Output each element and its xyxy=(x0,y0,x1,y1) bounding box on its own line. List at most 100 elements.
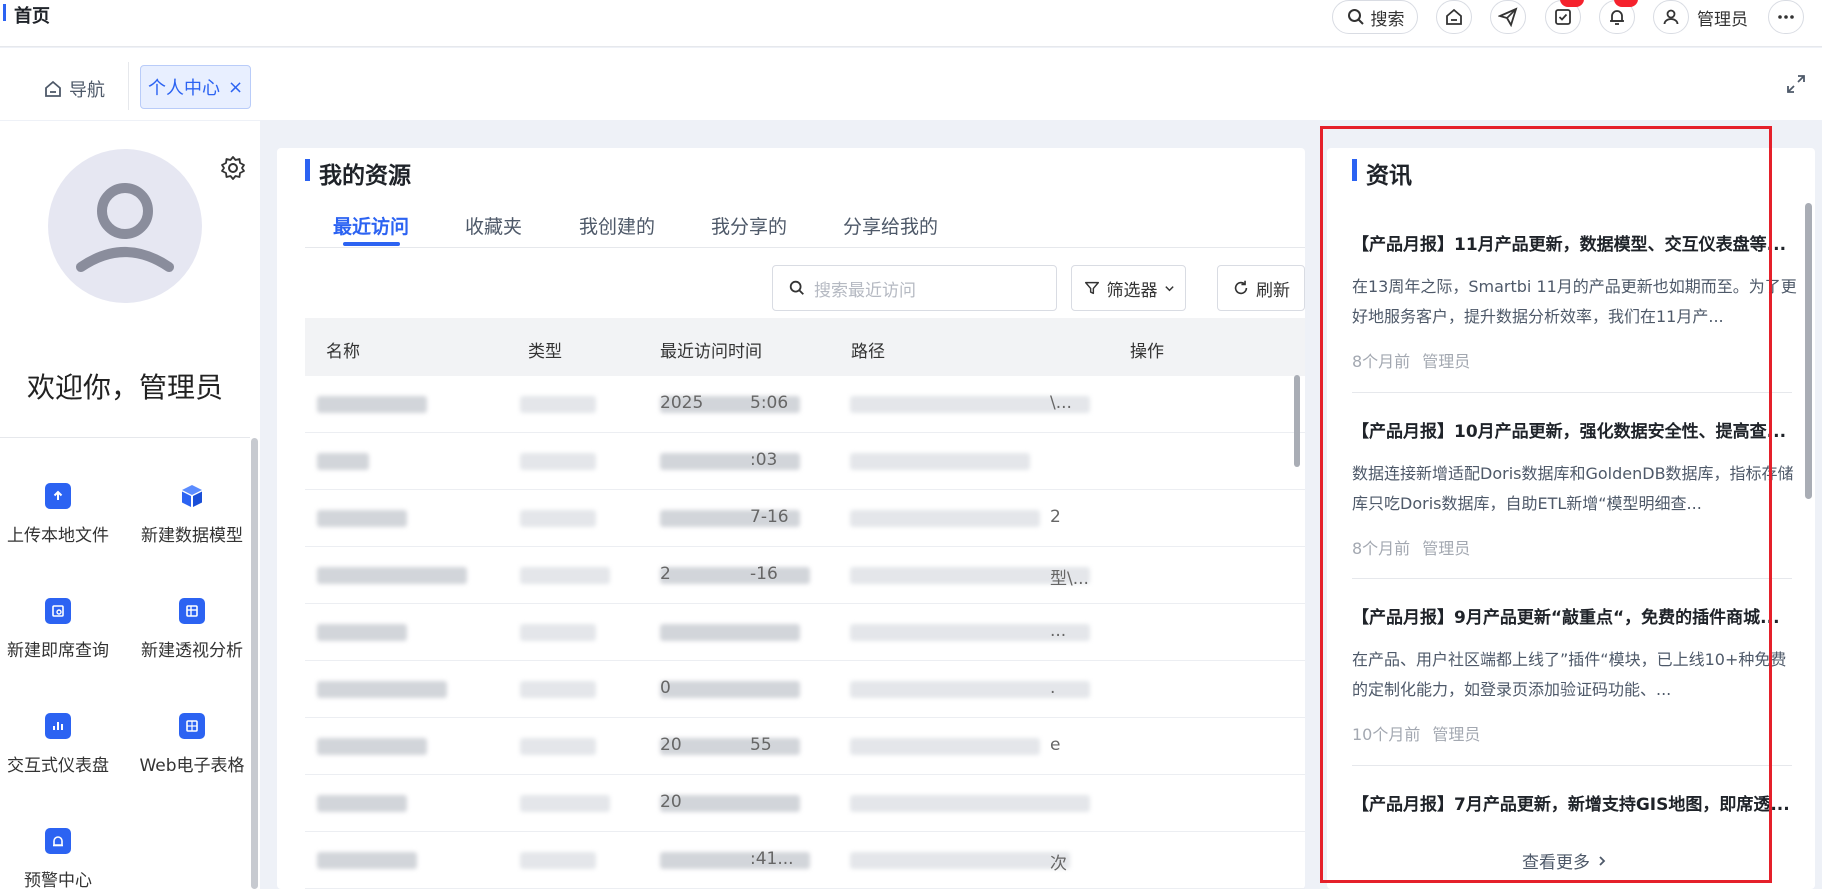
cell-type xyxy=(520,396,596,413)
cell-name xyxy=(317,795,407,812)
cell-last-visit xyxy=(660,453,800,470)
user-menu[interactable]: 管理员 xyxy=(1653,0,1748,34)
cell-time-fragment: 20 xyxy=(660,792,682,812)
table-row[interactable]: 2 -16 型\... xyxy=(305,547,1305,604)
table-row[interactable]: 7-16 2 xyxy=(305,490,1305,547)
paper-plane-icon xyxy=(1498,7,1518,27)
welcome-text: 欢迎你，管理员 xyxy=(26,371,223,404)
cell-name xyxy=(317,624,407,641)
tab-personal-center[interactable]: 个人中心 × xyxy=(140,65,251,109)
column-header-type: 类型 xyxy=(528,342,562,362)
news-item-time: 10个月前 xyxy=(1352,725,1421,744)
divider xyxy=(1352,765,1792,766)
spreadsheet-icon xyxy=(179,713,205,739)
cell-path xyxy=(850,795,1090,812)
quick-upload-local-file[interactable]: 上传本地文件 xyxy=(0,483,125,546)
filter-button[interactable]: 筛选器 xyxy=(1071,265,1186,311)
tab-favorites[interactable]: 收藏夹 xyxy=(465,212,522,239)
news-item-summary: 在产品、用户社区端都上线了”插件“模块，已上线10+种免费的定制化能力，如登录页… xyxy=(1352,650,1787,699)
news-item[interactable]: 【产品月报】9月产品更新“敲重点“，免费的插件商城... 在产品、用户社区端都上… xyxy=(1352,603,1794,745)
cell-time-fragment: 5:06 xyxy=(750,393,789,413)
send-button[interactable] xyxy=(1490,0,1526,34)
cell-path-fragment: 型\... xyxy=(1050,569,1089,589)
refresh-button[interactable]: 刷新 xyxy=(1217,265,1305,311)
table-row[interactable]: :41... 次 xyxy=(305,832,1305,889)
cell-name xyxy=(317,681,447,698)
news-title: 资讯 xyxy=(1366,163,1412,189)
news-item-summary: 在13周年之际，Smartbi 11月的产品更新也如期而至。为了更好地服务客户，… xyxy=(1352,277,1797,326)
quick-label: 新建数据模型 xyxy=(141,526,243,546)
more-menu-button[interactable] xyxy=(1768,0,1804,34)
section-accent-bar xyxy=(1352,159,1357,181)
quick-new-adhoc-query[interactable]: 新建即席查询 xyxy=(0,598,125,661)
news-item-author: 管理员 xyxy=(1432,725,1481,744)
search-icon xyxy=(1347,9,1364,25)
news-item-title[interactable]: 【产品月报】7月产品更新，新增支持GIS地图，即席透... xyxy=(1352,790,1794,815)
table-row[interactable]: 2025 5:06 \... xyxy=(305,376,1305,433)
news-item-title[interactable]: 【产品月报】10月产品更新，强化数据安全性、提高查... xyxy=(1352,417,1794,442)
cell-time-fragment: -16 xyxy=(750,564,778,584)
tab-shared-by-me[interactable]: 我分享的 xyxy=(711,212,787,239)
news-item-time: 8个月前 xyxy=(1352,352,1411,371)
table-row[interactable]: :03 xyxy=(305,433,1305,490)
news-scrollbar[interactable] xyxy=(1805,203,1812,499)
gear-icon[interactable] xyxy=(219,154,247,182)
cell-type xyxy=(520,681,596,698)
cell-last-visit xyxy=(660,624,800,641)
quick-new-data-model[interactable]: 新建数据模型 xyxy=(125,483,259,546)
cell-path xyxy=(850,453,1030,470)
quick-label: 新建即席查询 xyxy=(7,641,109,661)
cell-path-fragment: 2 xyxy=(1050,507,1061,527)
column-header-last-visit: 最近访问时间 xyxy=(660,342,762,362)
global-search-button[interactable]: 搜索 xyxy=(1332,0,1418,34)
profile-avatar xyxy=(48,149,202,303)
tab-recent[interactable]: 最近访问 xyxy=(333,212,409,239)
quick-new-pivot-analysis[interactable]: 新建透视分析 xyxy=(125,598,259,661)
left-scrollbar[interactable] xyxy=(251,438,258,889)
tasks-badge xyxy=(1560,0,1584,7)
tab-nav[interactable]: 导航 xyxy=(43,76,105,102)
fullscreen-icon[interactable] xyxy=(1785,73,1807,95)
divider xyxy=(1352,392,1792,393)
cell-path-fragment: ... xyxy=(1050,621,1067,641)
news-item-title[interactable]: 【产品月报】11月产品更新，数据模型、交互仪表盘等... xyxy=(1352,230,1794,255)
news-item[interactable]: 【产品月报】10月产品更新，强化数据安全性、提高查... 数据连接新增适配Dor… xyxy=(1352,417,1794,559)
cell-type xyxy=(520,852,596,869)
table-scrollbar[interactable] xyxy=(1294,375,1300,467)
news-item[interactable]: 【产品月报】7月产品更新，新增支持GIS地图，即席透... xyxy=(1352,790,1794,815)
cell-time-fragment: :41... xyxy=(750,849,794,869)
page-title: 首页 xyxy=(14,6,50,27)
table-row[interactable]: ... xyxy=(305,604,1305,661)
cell-type xyxy=(520,453,596,470)
close-icon[interactable]: × xyxy=(228,77,243,98)
tab-created-by-me[interactable]: 我创建的 xyxy=(579,212,655,239)
top-bar: 首页 搜索 管理员 xyxy=(0,0,1822,47)
tab-shared-with-me[interactable]: 分享给我的 xyxy=(843,212,938,239)
news-item-author: 管理员 xyxy=(1422,539,1471,558)
quick-web-spreadsheet[interactable]: Web电子表格 xyxy=(125,713,259,776)
table-row[interactable]: 0. xyxy=(305,661,1305,718)
news-panel: 资讯 【产品月报】11月产品更新，数据模型、交互仪表盘等... 在13周年之际，… xyxy=(1327,148,1815,889)
recent-search-input[interactable]: 搜索最近访问 xyxy=(772,265,1057,311)
section-accent-bar xyxy=(305,159,310,181)
table-row[interactable]: 20 55 e xyxy=(305,718,1305,775)
cell-type xyxy=(520,567,610,584)
cell-name xyxy=(317,567,467,584)
upload-icon xyxy=(45,483,71,509)
cell-time-fragment: 2 xyxy=(660,564,671,584)
tasks-button[interactable] xyxy=(1545,0,1584,34)
news-item-title[interactable]: 【产品月报】9月产品更新“敲重点“，免费的插件商城... xyxy=(1352,603,1794,628)
search-icon xyxy=(789,280,804,295)
quick-alert-center[interactable]: 预警中心 xyxy=(0,828,125,889)
news-item[interactable]: 【产品月报】11月产品更新，数据模型、交互仪表盘等... 在13周年之际，Sma… xyxy=(1352,230,1797,372)
table-row[interactable]: 20 xyxy=(305,775,1305,832)
notifications-button[interactable] xyxy=(1599,0,1638,34)
quick-interactive-dashboard[interactable]: 交互式仪表盘 xyxy=(0,713,125,776)
cell-path-fragment: e xyxy=(1050,735,1061,755)
user-avatar xyxy=(1653,0,1689,34)
table-header: 名称 类型 最近访问时间 路径 操作 xyxy=(305,318,1305,376)
resources-panel: 我的资源 最近访问 收藏夹 我创建的 我分享的 分享给我的 搜索最近访问 筛选器… xyxy=(277,148,1305,889)
home-button[interactable] xyxy=(1436,0,1472,34)
view-more-link[interactable]: 查看更多 xyxy=(1522,848,1608,873)
cell-name xyxy=(317,852,417,869)
